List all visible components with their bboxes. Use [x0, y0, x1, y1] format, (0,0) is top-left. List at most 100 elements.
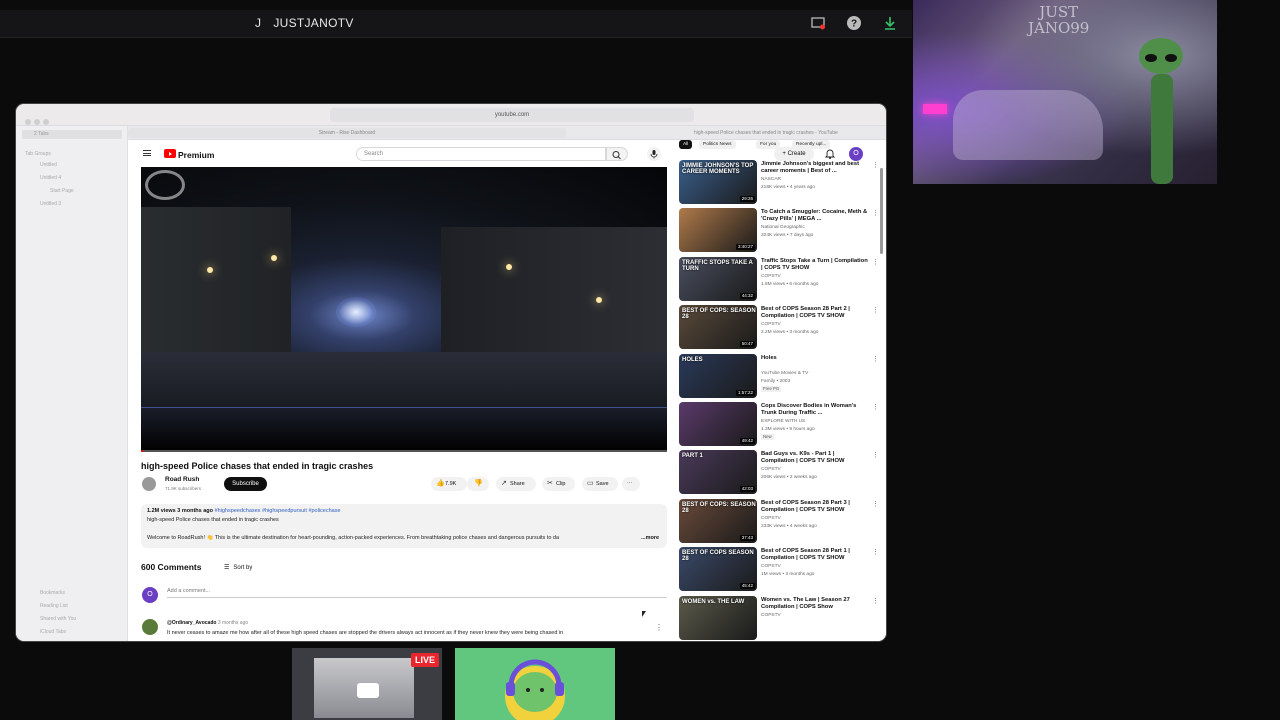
- video-thumbnail[interactable]: HOLES 1:57:22: [679, 353, 757, 398]
- related-video-item[interactable]: BEST OF COPS SEASON 28 45:42 Best of COPS …: [679, 547, 879, 593]
- more-vertical-icon[interactable]: ⋮: [872, 451, 879, 459]
- related-video-channel[interactable]: YouTube Movies & TV: [761, 371, 808, 376]
- thumbnail-caption: BEST OF COPS: SEASON 28: [682, 501, 756, 514]
- related-video-channel[interactable]: COPSTV: [761, 322, 781, 327]
- video-thumbnail[interactable]: BEST OF COPS: SEASON 28 37:43: [679, 498, 757, 543]
- video-thumbnail[interactable]: TRAFFIC STOPS TAKE A TURN 44:32: [679, 256, 757, 301]
- related-video-title[interactable]: Traffic Stops Take a Turn | Compilation …: [761, 258, 869, 272]
- voice-search-button[interactable]: [647, 147, 661, 161]
- menu-icon[interactable]: [143, 150, 151, 156]
- tab-youtube-video[interactable]: high-speed Police chases that ended in t…: [694, 128, 884, 138]
- youtube-logo-icon[interactable]: [164, 149, 176, 158]
- more-vertical-icon[interactable]: ⋮: [872, 500, 879, 508]
- related-video-title[interactable]: Bad Guys vs. K9s - Part 1 | Compilation …: [761, 451, 869, 465]
- sort-by-button[interactable]: ☰ Sort by: [224, 564, 252, 571]
- chip-politics-news[interactable]: Politics News: [699, 140, 736, 149]
- cast-off-icon[interactable]: [810, 15, 826, 31]
- sidebar-item-untitled-4[interactable]: Untitled 4: [40, 175, 61, 181]
- related-video-title[interactable]: To Catch a Smuggler: Cocaine, Meth & 'Cr…: [761, 209, 869, 223]
- comment-menu-icon[interactable]: ⋮: [655, 623, 663, 632]
- channel-avatar[interactable]: [142, 477, 156, 491]
- related-video-title[interactable]: Best of COPS Season 28 Part 2 | Compilat…: [761, 306, 869, 320]
- related-video-title[interactable]: Best of COPS Season 28 Part 1 | Compilat…: [761, 548, 869, 562]
- stream-preview-avatar[interactable]: [455, 648, 615, 720]
- related-video-item[interactable]: TRAFFIC STOPS TAKE A TURN 44:32 Traffic St…: [679, 256, 879, 303]
- more-vertical-icon[interactable]: ⋮: [872, 209, 879, 217]
- chip-recently-uploaded[interactable]: Recently upl...: [792, 140, 831, 149]
- video-progress-bar[interactable]: [141, 450, 667, 452]
- related-video-channel[interactable]: COPSTV: [761, 564, 781, 569]
- hashtags[interactable]: #highspeedchases #highspeedpursuit #poli…: [215, 508, 341, 514]
- related-video-item[interactable]: WOMEN vs. THE LAW Women vs. The Law | Sea…: [679, 595, 879, 641]
- related-video-title[interactable]: Women vs. The Law | Season 27 Compilatio…: [761, 597, 869, 611]
- sidebar-item-reading-list[interactable]: Reading List: [40, 603, 68, 609]
- show-more-link[interactable]: ...more: [641, 535, 659, 541]
- sidebar-tabs-selected[interactable]: 2 Tabs: [22, 130, 122, 139]
- scrollbar[interactable]: [880, 168, 883, 254]
- more-vertical-icon[interactable]: ⋮: [872, 548, 879, 556]
- video-player[interactable]: [141, 167, 667, 452]
- subscribe-button[interactable]: Subscribe: [224, 477, 267, 491]
- related-video-channel[interactable]: COPSTV: [761, 516, 781, 521]
- related-video-title[interactable]: Holes: [761, 355, 869, 362]
- related-video-channel[interactable]: COPSTV: [761, 274, 781, 279]
- more-vertical-icon[interactable]: ⋮: [872, 597, 879, 605]
- sidebar-item-icloud-tabs[interactable]: iCloud Tabs: [40, 629, 66, 635]
- related-video-channel[interactable]: EXPLORE WITH US: [761, 419, 805, 424]
- more-vertical-icon[interactable]: ⋮: [872, 161, 879, 169]
- related-video-channel[interactable]: COPSTV: [761, 613, 781, 618]
- chip-all[interactable]: All: [679, 140, 693, 149]
- more-vertical-icon[interactable]: ⋮: [872, 355, 879, 363]
- related-video-channel[interactable]: National Geographic: [761, 225, 805, 230]
- more-vertical-icon[interactable]: ⋮: [872, 258, 879, 266]
- video-thumbnail[interactable]: 3:40:27: [679, 208, 757, 253]
- add-comment-input[interactable]: Add a comment...: [167, 588, 667, 598]
- more-vertical-icon[interactable]: ⋮: [872, 306, 879, 314]
- channel-name[interactable]: Road Rush: [165, 476, 199, 483]
- save-button[interactable]: ▭ Save: [582, 477, 618, 491]
- sidebar-item-untitled-3[interactable]: Untitled 3: [40, 201, 61, 207]
- related-video-title[interactable]: Jimmie Johnson's biggest and best career…: [761, 161, 869, 175]
- sidebar-item-untitled[interactable]: Untitled: [40, 162, 57, 168]
- video-description[interactable]: 1.2M views 3 months ago #highspeedchases…: [141, 504, 667, 548]
- tab-stream-dashboard[interactable]: Stream - Rise Dashboard: [128, 128, 566, 138]
- related-video-item[interactable]: HOLES 1:57:22 Holes YouTube Movies & TV Fami…: [679, 353, 879, 400]
- related-video-item[interactable]: JIMMIE JOHNSON'S TOP CAREER MOMENTS 29:26…: [679, 160, 879, 206]
- video-thumbnail[interactable]: WOMEN vs. THE LAW: [679, 595, 757, 640]
- dislike-button[interactable]: 👎: [467, 477, 489, 491]
- related-video-item[interactable]: 3:40:27 To Catch a Smuggler: Cocaine, Met…: [679, 208, 879, 254]
- download-icon[interactable]: [882, 15, 898, 31]
- related-video-title[interactable]: Best of COPS Season 28 Part 3 | Compilat…: [761, 500, 869, 514]
- video-thumbnail[interactable]: BEST OF COPS SEASON 28 45:42: [679, 547, 757, 592]
- stream-title: J JUSTJANOTV: [255, 16, 354, 30]
- clip-button[interactable]: ✂ Clip: [542, 477, 575, 491]
- related-video-item[interactable]: 49:42 Cops Discover Bodies in Woman's Tru…: [679, 402, 879, 448]
- like-button[interactable]: 👍 7.9K: [431, 477, 467, 491]
- related-video-meta: 206K views • 2 weeks ago: [761, 475, 817, 481]
- more-actions-button[interactable]: ⋯: [622, 477, 640, 491]
- address-bar[interactable]: youtube.com: [330, 108, 694, 122]
- search-input[interactable]: Search: [356, 147, 606, 161]
- related-video-item[interactable]: BEST OF COPS: SEASON 28 50:47 Best of COPS…: [679, 305, 879, 351]
- share-button[interactable]: ↗ Share: [496, 477, 536, 491]
- video-thumbnail[interactable]: BEST OF COPS: SEASON 28 50:47: [679, 305, 757, 350]
- sidebar-item-shared[interactable]: Shared with You: [40, 616, 76, 622]
- more-vertical-icon[interactable]: ⋮: [872, 403, 879, 411]
- search-button[interactable]: [606, 147, 628, 161]
- help-icon[interactable]: ?: [846, 15, 862, 31]
- preview-play-icon[interactable]: [357, 683, 379, 698]
- related-video-title[interactable]: Cops Discover Bodies in Woman's Trunk Du…: [761, 403, 869, 417]
- sidebar-item-bookmarks[interactable]: Bookmarks: [40, 590, 65, 596]
- related-video-item[interactable]: BEST OF COPS: SEASON 28 37:43 Best of COPS…: [679, 498, 879, 545]
- related-video-channel[interactable]: NASCAR: [761, 177, 781, 182]
- video-thumbnail[interactable]: PART 1 42:03: [679, 450, 757, 495]
- related-video-item[interactable]: PART 1 42:03 Bad Guys vs. K9s - Part 1 | C…: [679, 450, 879, 496]
- video-thumbnail[interactable]: 49:42: [679, 402, 757, 446]
- youtube-brand[interactable]: Premium: [178, 150, 214, 160]
- commenter-avatar[interactable]: [142, 619, 158, 635]
- video-thumbnail[interactable]: JIMMIE JOHNSON'S TOP CAREER MOMENTS 29:26: [679, 160, 757, 204]
- comment-author[interactable]: @Ordinary_Avocado 3 months ago: [167, 620, 248, 626]
- chip-for-you[interactable]: For you: [756, 140, 781, 149]
- sidebar-item-start-page[interactable]: Start Page: [50, 188, 74, 194]
- related-video-channel[interactable]: COPSTV: [761, 467, 781, 472]
